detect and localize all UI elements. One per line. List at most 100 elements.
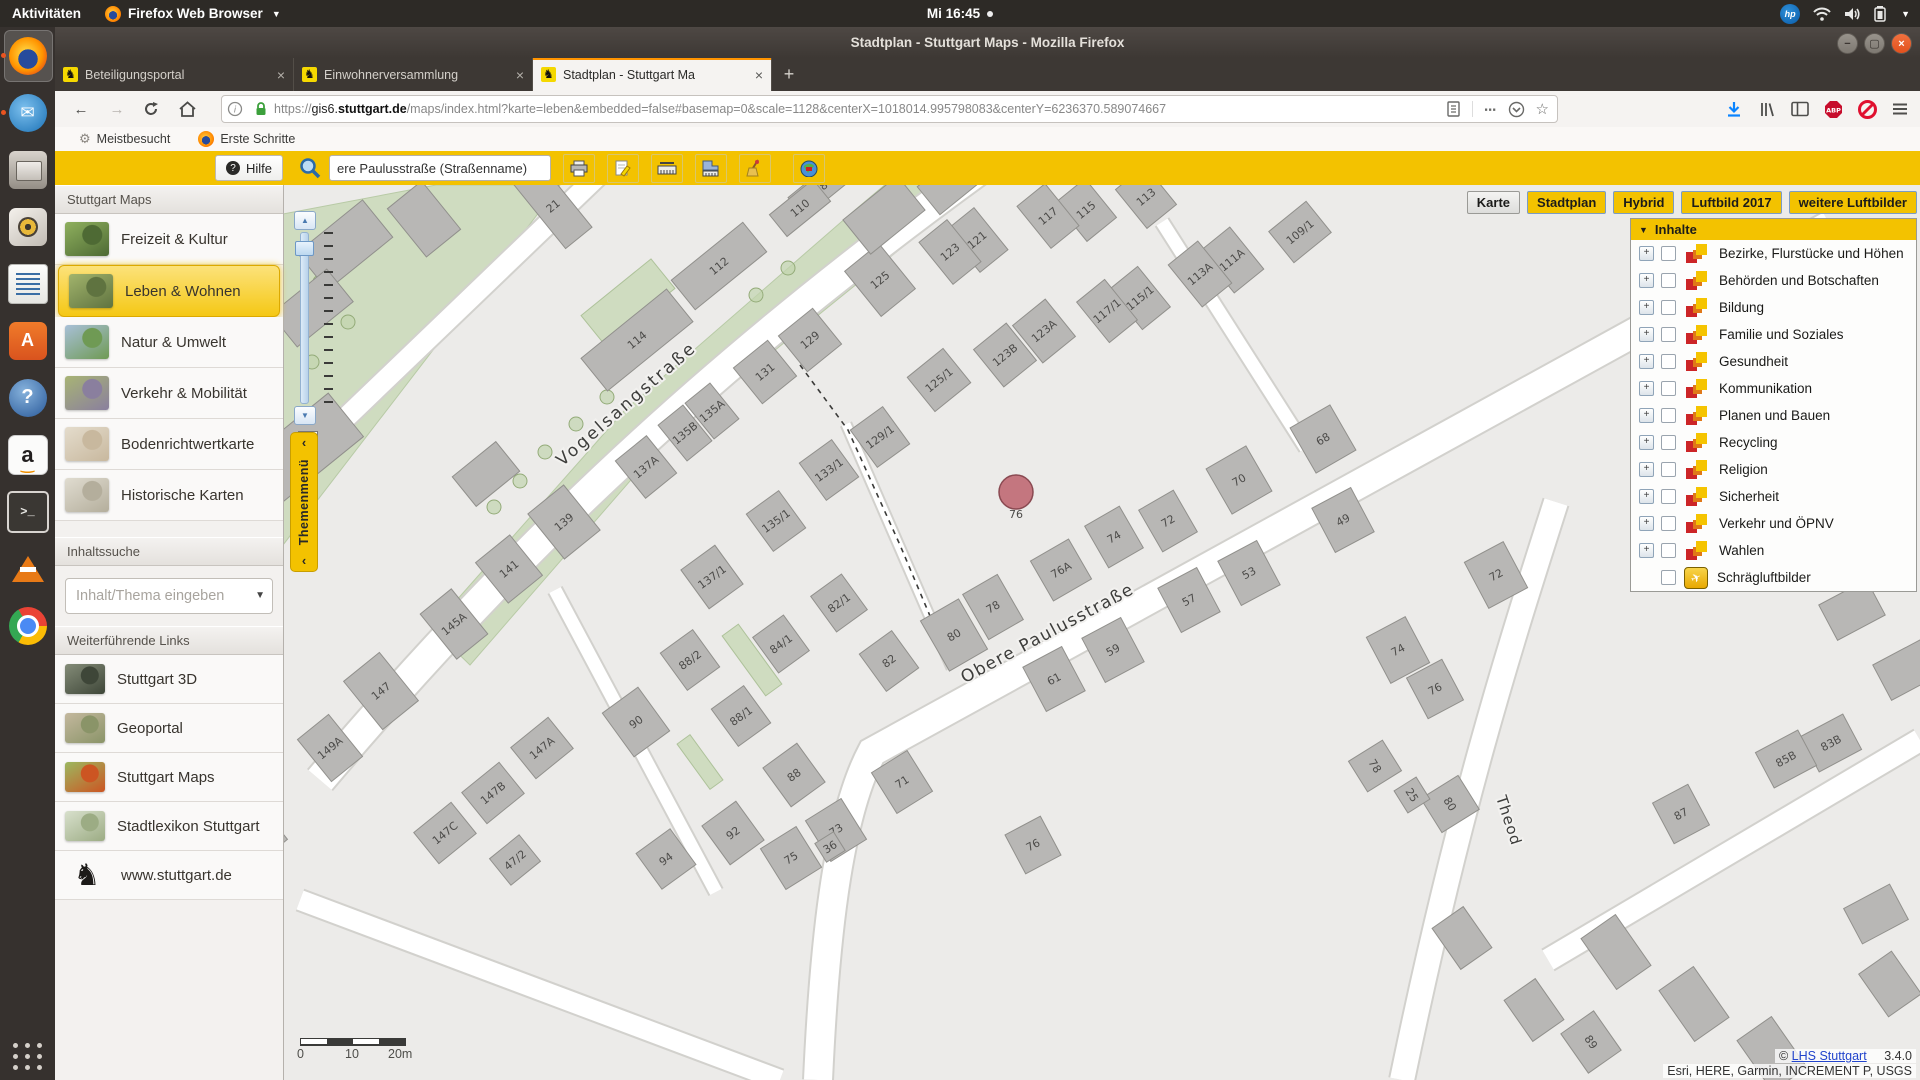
expand-icon[interactable]: + [1639, 354, 1654, 369]
bookmark-star-icon[interactable]: ☆ [1536, 100, 1549, 118]
files-launcher[interactable] [0, 141, 55, 198]
amazon-launcher[interactable]: a [0, 426, 55, 483]
adblock-plus-icon[interactable]: ABP [1824, 100, 1843, 119]
zoom-slider-handle[interactable] [295, 241, 314, 256]
forward-button[interactable]: → [107, 101, 127, 118]
help-button[interactable]: ? Hilfe [215, 155, 283, 181]
lhs-stuttgart-link[interactable]: LHS Stuttgart [1792, 1049, 1867, 1063]
sidebar-theme-historische-karten[interactable]: Historische Karten [55, 470, 283, 521]
terminal-launcher[interactable]: >_ [0, 483, 55, 540]
rhythmbox-launcher[interactable] [0, 198, 55, 255]
layer-checkbox[interactable] [1661, 381, 1676, 396]
basemap-button-luftbild-2017[interactable]: Luftbild 2017 [1681, 191, 1781, 214]
layer-checkbox[interactable] [1661, 489, 1676, 504]
show-applications-icon[interactable] [13, 1043, 43, 1070]
redlining-button[interactable] [607, 154, 639, 183]
layer-checkbox[interactable] [1661, 300, 1676, 315]
layer-checkbox[interactable] [1661, 543, 1676, 558]
clock[interactable]: Mi 16:45 [0, 6, 1920, 21]
basemap-button-stadtplan[interactable]: Stadtplan [1527, 191, 1606, 214]
expand-icon[interactable]: + [1639, 543, 1654, 558]
bookmark-item[interactable]: Erste Schritte [198, 131, 295, 147]
sidebars-icon[interactable] [1791, 101, 1809, 117]
theme-menu-collapse-tab[interactable]: ‹ Themenmenü ‹ [290, 432, 318, 572]
sidebar-link-www-stuttgart-de[interactable]: ♞www.stuttgart.de [55, 851, 283, 900]
firefox-launcher[interactable] [0, 27, 55, 84]
layer-checkbox[interactable] [1661, 570, 1676, 585]
layer-checkbox[interactable] [1661, 246, 1676, 261]
url-bar[interactable]: i https://gis6.stuttgart.de/maps/index.h… [221, 95, 1558, 123]
expand-icon[interactable]: + [1639, 516, 1654, 531]
zoom-slider-track[interactable] [300, 232, 309, 404]
help-launcher[interactable]: ? [0, 369, 55, 426]
tab-close-icon[interactable]: × [277, 67, 285, 83]
basemap-button-karte[interactable]: Karte [1467, 191, 1520, 214]
minimize-button[interactable]: − [1837, 33, 1858, 54]
sidebar-link-geoportal[interactable]: Geoportal [55, 704, 283, 753]
reader-mode-icon[interactable] [1446, 101, 1461, 117]
layer-checkbox[interactable] [1661, 327, 1676, 342]
browser-tab[interactable]: ♞Beteiligungsportal× [55, 58, 294, 91]
vlc-launcher[interactable] [0, 540, 55, 597]
layer-checkbox[interactable] [1661, 516, 1676, 531]
overview-map-button[interactable] [793, 154, 825, 183]
library-icon[interactable] [1758, 101, 1776, 118]
sidebar-link-stuttgart-maps[interactable]: Stuttgart Maps [55, 753, 283, 802]
sidebar-theme-freizeit-kultur[interactable]: Freizeit & Kultur [55, 214, 283, 265]
close-button[interactable]: × [1891, 33, 1912, 54]
page-actions-icon[interactable]: ⋯ [1484, 102, 1497, 117]
clear-button[interactable] [739, 154, 771, 183]
bookmark-item[interactable]: ⚙Meistbesucht [79, 131, 170, 147]
basemap-button-weitere-luftbilder[interactable]: weitere Luftbilder [1789, 191, 1917, 214]
measure-distance-button[interactable] [651, 154, 683, 183]
https-lock-icon[interactable] [253, 101, 269, 117]
sidebar-theme-bodenrichtwertkarte[interactable]: Bodenrichtwertkarte [55, 419, 283, 470]
expand-icon[interactable]: + [1639, 246, 1654, 261]
sidebar-theme-leben-wohnen[interactable]: Leben & Wohnen [58, 265, 280, 317]
blocker-extension-icon[interactable] [1858, 100, 1877, 119]
reload-button[interactable] [143, 101, 163, 117]
system-status-area[interactable]: hp ▼ [1780, 4, 1910, 24]
content-search-input[interactable] [65, 578, 273, 614]
home-button[interactable] [179, 101, 199, 117]
sidebar-link-stuttgart-3d[interactable]: Stuttgart 3D [55, 655, 283, 704]
expand-icon[interactable]: + [1639, 381, 1654, 396]
layer-checkbox[interactable] [1661, 354, 1676, 369]
search-icon[interactable] [299, 157, 321, 179]
thunderbird-launcher[interactable]: ✉ [0, 84, 55, 141]
new-tab-button[interactable]: + [772, 58, 806, 91]
map-canvas[interactable]: 2110811011211413211311511712112312512913… [283, 185, 1920, 1080]
layer-checkbox[interactable] [1661, 462, 1676, 477]
activities-button[interactable]: Aktivitäten [12, 6, 81, 21]
window-titlebar[interactable]: Stadtplan - Stuttgart Maps - Mozilla Fir… [55, 27, 1920, 58]
contents-panel-header[interactable]: ▼ Inhalte [1631, 219, 1916, 240]
writer-launcher[interactable] [0, 255, 55, 312]
sidebar-theme-natur-umwelt[interactable]: Natur & Umwelt [55, 317, 283, 368]
layer-checkbox[interactable] [1661, 273, 1676, 288]
sidebar-link-stadtlexikon-stuttgart[interactable]: Stadtlexikon Stuttgart [55, 802, 283, 851]
address-search-input[interactable] [329, 155, 551, 181]
expand-icon[interactable]: + [1639, 462, 1654, 477]
browser-tab[interactable]: ♞Einwohnerversammlung× [294, 58, 533, 91]
app-menu[interactable]: Firefox Web Browser ▼ [105, 6, 281, 22]
measure-area-button[interactable] [695, 154, 727, 183]
tab-close-icon[interactable]: × [755, 67, 763, 83]
back-button[interactable]: ← [71, 101, 91, 118]
expand-icon[interactable]: + [1639, 300, 1654, 315]
site-info-icon[interactable]: i [227, 101, 243, 117]
software-launcher[interactable]: A [0, 312, 55, 369]
chrome-launcher[interactable] [0, 597, 55, 654]
maximize-button[interactable]: ▢ [1864, 33, 1885, 54]
zoom-in-button[interactable]: ▲ [294, 211, 316, 230]
expand-icon[interactable]: + [1639, 273, 1654, 288]
pocket-icon[interactable] [1508, 101, 1525, 118]
browser-tab[interactable]: ♞Stadtplan - Stuttgart Ma× [533, 58, 772, 91]
layer-checkbox[interactable] [1661, 408, 1676, 423]
print-button[interactable] [563, 154, 595, 183]
basemap-button-hybrid[interactable]: Hybrid [1613, 191, 1674, 214]
expand-icon[interactable]: + [1639, 327, 1654, 342]
menu-hamburger-icon[interactable] [1892, 102, 1908, 116]
downloads-icon[interactable] [1725, 101, 1743, 118]
tab-close-icon[interactable]: × [516, 67, 524, 83]
expand-icon[interactable]: + [1639, 408, 1654, 423]
